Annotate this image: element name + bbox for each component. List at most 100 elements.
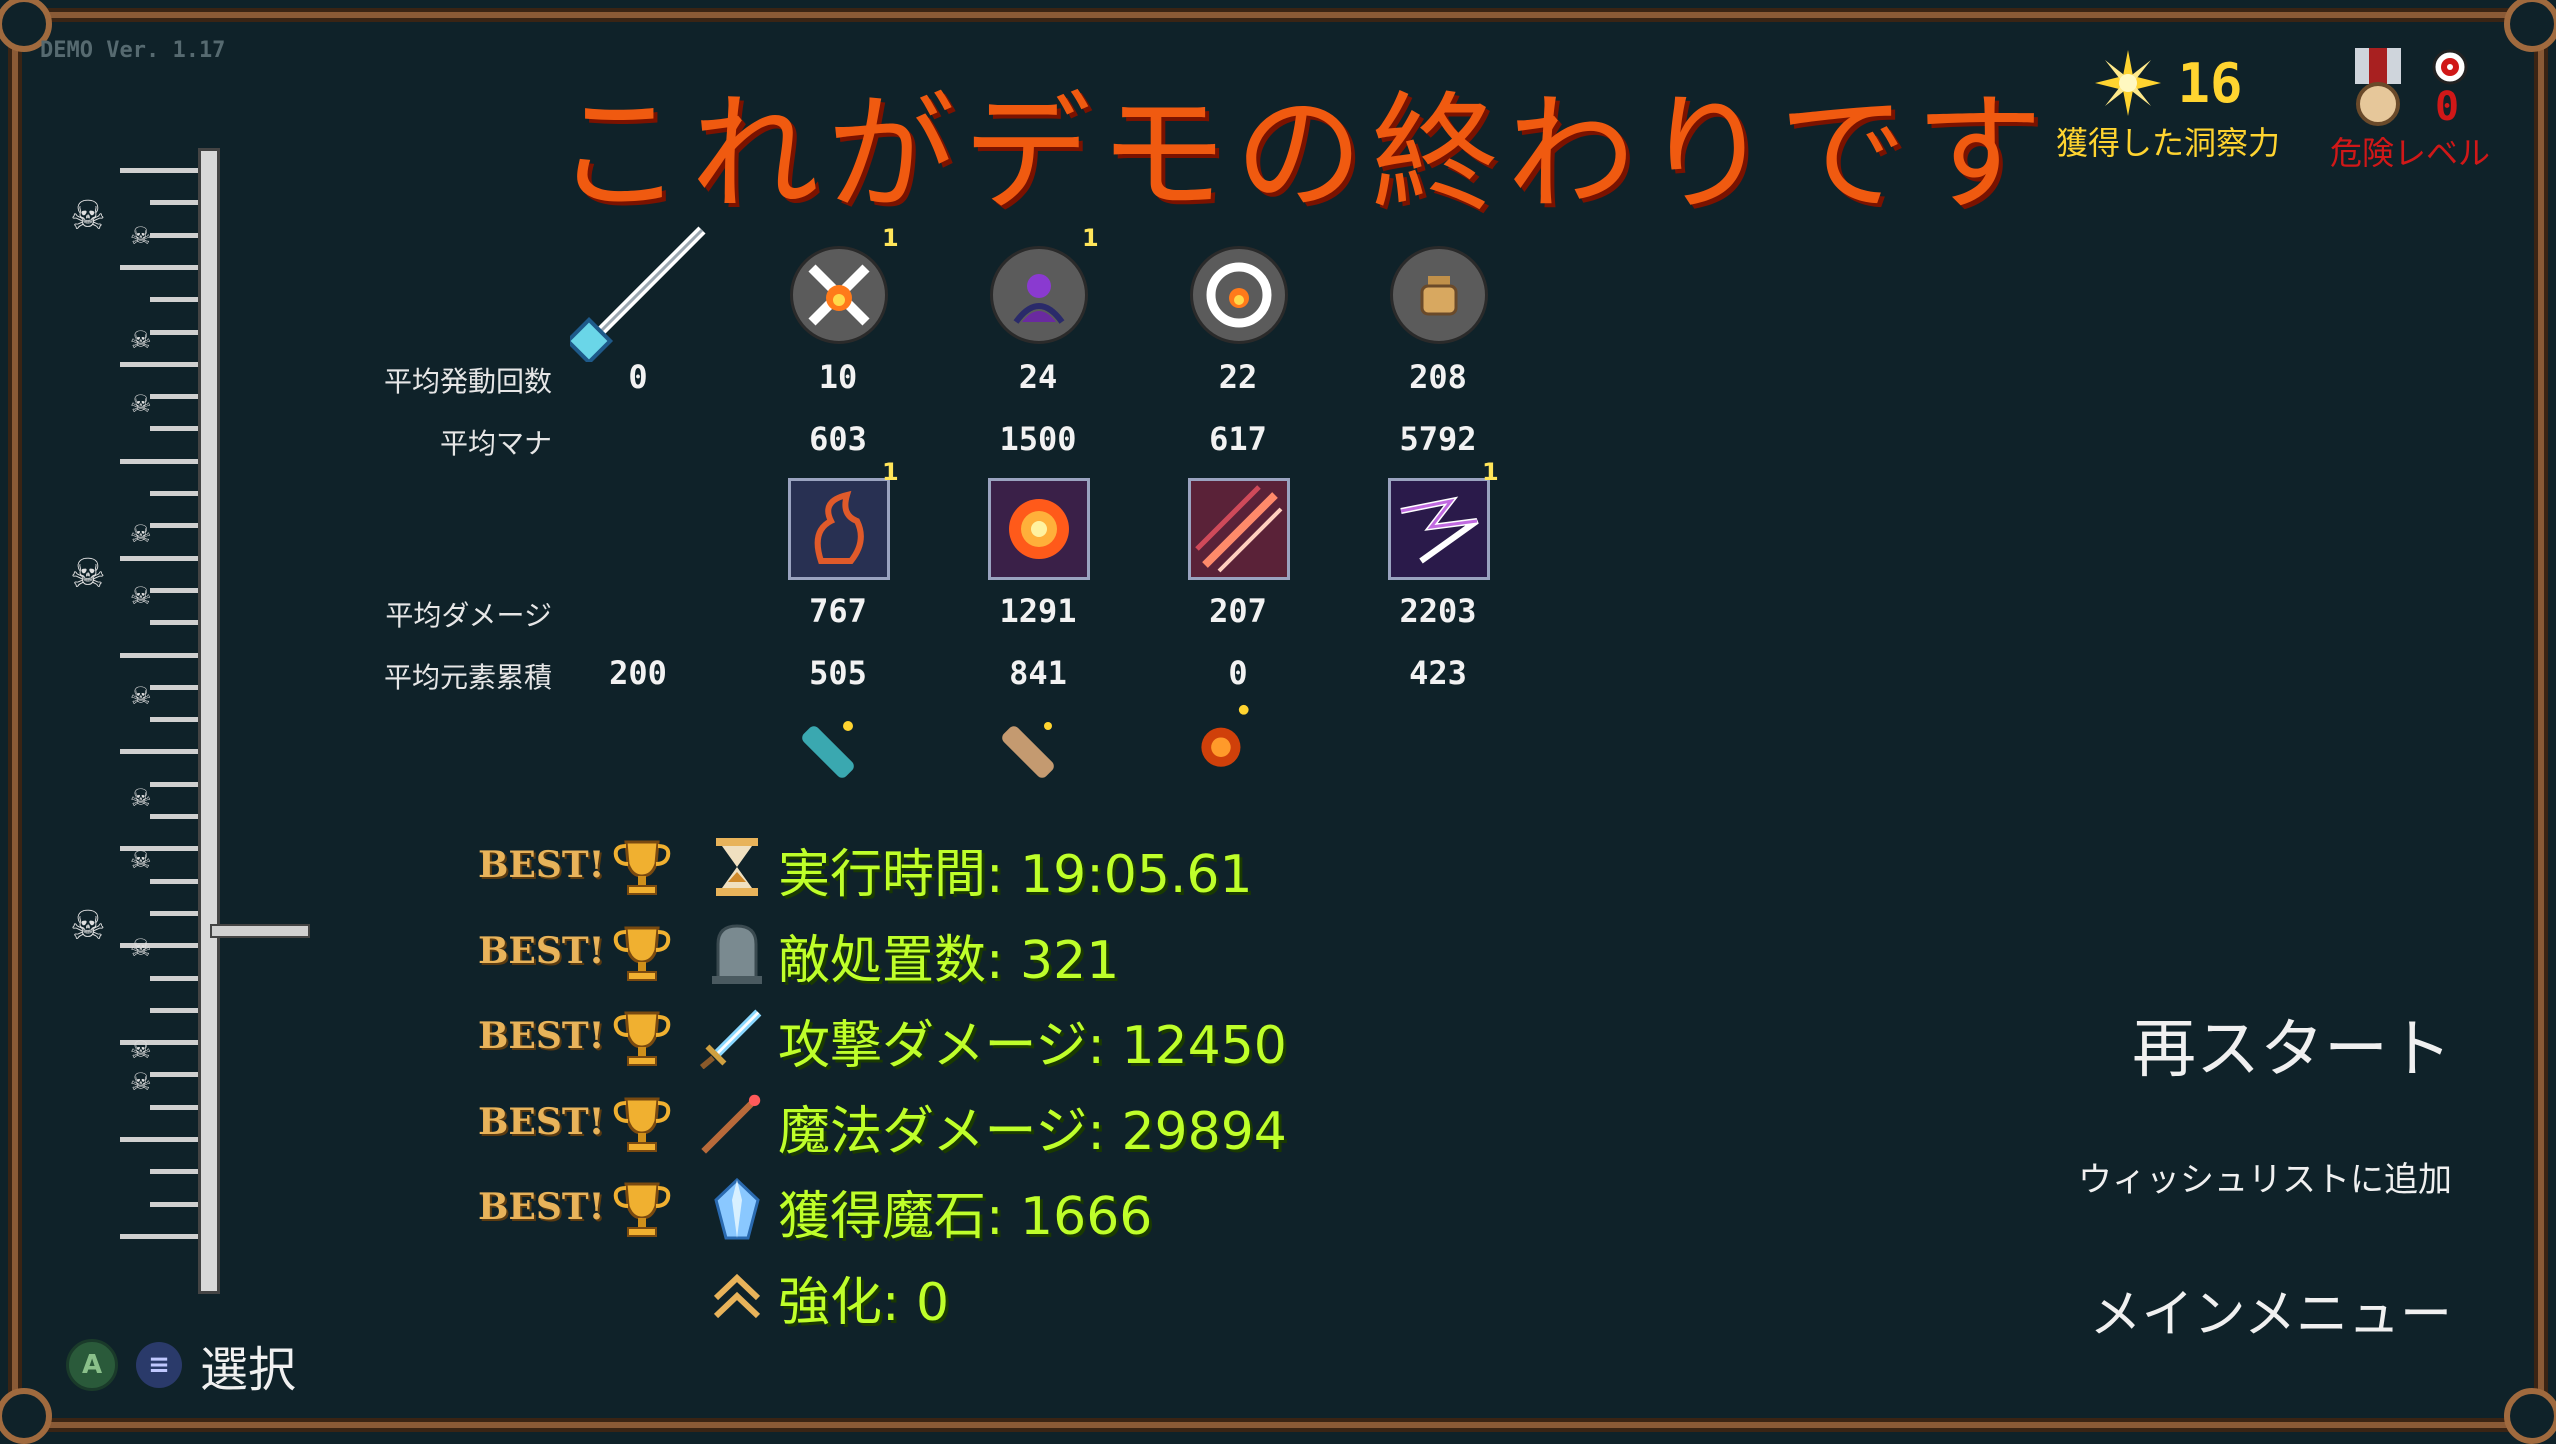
stat-text: 実行時間: 19:05.61 bbox=[778, 845, 1253, 905]
row-label-mana: 平均マナ bbox=[439, 427, 552, 460]
small-skull-icon: ☠ bbox=[130, 390, 152, 418]
ruler-tick bbox=[150, 814, 198, 819]
ruler-tick bbox=[150, 620, 198, 626]
row-label-damage: 平均ダメージ bbox=[385, 599, 552, 632]
frame-corner-ornament bbox=[2504, 1388, 2556, 1444]
ruler-tick bbox=[120, 1233, 198, 1239]
fireball-effect-icon[interactable] bbox=[988, 478, 1090, 580]
skull-icon: ☠ bbox=[70, 193, 106, 239]
ruler-tick bbox=[150, 329, 198, 335]
trophy-icon bbox=[612, 1180, 672, 1240]
small-skull-icon: ☠ bbox=[130, 520, 152, 548]
stat-text: 魔法ダメージ: 29894 bbox=[778, 1101, 1287, 1162]
table-cell-elemental: 423 bbox=[1409, 654, 1467, 692]
best-badge: BEST! bbox=[478, 1100, 605, 1143]
ruler-tick bbox=[150, 878, 198, 884]
medal-icon bbox=[2355, 48, 2401, 126]
insight-label: 獲得した洞察力 bbox=[2056, 124, 2281, 162]
wishlist-button[interactable]: ウィッシュリストに追加 bbox=[2078, 1152, 2452, 1201]
hourglass-icon bbox=[712, 836, 762, 898]
table-cell-mana: 1500 bbox=[999, 420, 1077, 458]
row-label-elemental: 平均元素累積 bbox=[383, 661, 552, 694]
ruler-tick bbox=[150, 684, 198, 690]
ruler-tick bbox=[150, 717, 198, 723]
ruler-tick bbox=[120, 264, 198, 270]
lightning-effect-icon[interactable] bbox=[1388, 478, 1490, 580]
select-label: 選択 bbox=[200, 1342, 297, 1398]
table-cell-activations: 22 bbox=[1218, 358, 1258, 396]
skull-icon: ☠ bbox=[70, 551, 106, 597]
insight-counter: 16 獲得した洞察力 bbox=[2056, 48, 2280, 164]
table-cell-elemental: 0 bbox=[1228, 654, 1248, 692]
trophy-icon bbox=[612, 838, 672, 898]
shadow-summon-spell-icon[interactable] bbox=[990, 246, 1088, 344]
ruler-tick bbox=[150, 1169, 198, 1175]
bag-spell-icon[interactable] bbox=[1390, 246, 1488, 344]
ruler-tick bbox=[150, 297, 198, 303]
ruler-tick bbox=[150, 1201, 198, 1207]
sparkle-icon bbox=[2095, 50, 2162, 116]
table-cell-mana: 5792 bbox=[1399, 420, 1477, 458]
ruler-tick bbox=[150, 1072, 198, 1078]
page-title: これがデモの終わりです bbox=[555, 80, 2052, 229]
ruler-tick bbox=[150, 587, 198, 593]
ruler-tick bbox=[150, 975, 198, 981]
fire-ring-spell-icon[interactable] bbox=[1190, 246, 1288, 344]
chevron-up-icon bbox=[712, 1264, 762, 1326]
progress-marker bbox=[210, 924, 310, 938]
row-label-activations: 平均発動回数 bbox=[383, 365, 552, 398]
flame-effect-icon[interactable] bbox=[788, 478, 890, 580]
skull-icon: ☠ bbox=[70, 903, 106, 949]
ruler-tick bbox=[120, 458, 198, 464]
version-label: DEMO Ver. 1.17 bbox=[40, 38, 226, 63]
level-badge: 1 bbox=[1482, 458, 1499, 486]
best-badge: BEST! bbox=[478, 1015, 605, 1057]
best-badge: BEST! bbox=[478, 929, 605, 972]
tombstone-icon bbox=[712, 922, 762, 984]
ruler-tick bbox=[150, 200, 198, 206]
danger-label: 危険レベル bbox=[2330, 134, 2491, 172]
table-cell-elemental: 841 bbox=[1009, 654, 1067, 692]
small-skull-icon: ☠ bbox=[130, 784, 152, 812]
small-skull-icon: ☠ bbox=[130, 1036, 152, 1064]
fire-cross-spell-icon[interactable] bbox=[790, 246, 888, 344]
level-badge: 1 bbox=[1082, 224, 1099, 252]
slash-effect-icon[interactable] bbox=[1188, 478, 1290, 580]
ruler-tick bbox=[120, 168, 198, 173]
table-cell-damage: 2203 bbox=[1399, 592, 1477, 630]
stat-text: 敵処置数: 321 bbox=[778, 930, 1120, 991]
scroll-icon[interactable] bbox=[790, 716, 860, 786]
fire-scroll-icon[interactable] bbox=[1190, 700, 1260, 770]
table-cell-damage: 767 bbox=[809, 592, 867, 630]
control-hints: A ≡ 選択 bbox=[66, 1330, 296, 1400]
best-badge: BEST! bbox=[478, 1186, 605, 1228]
danger-value: 0 bbox=[2435, 84, 2460, 130]
ruler-tick bbox=[120, 361, 198, 367]
small-skull-icon: ☠ bbox=[130, 846, 152, 874]
danger-level: 0 危険レベル bbox=[2330, 48, 2490, 174]
table-cell-activations: 24 bbox=[1018, 358, 1058, 396]
main-menu-button[interactable]: メインメニュー bbox=[2090, 1272, 2452, 1347]
restart-button[interactable]: 再スタート bbox=[2132, 998, 2452, 1090]
stat-text: 獲得魔石: 1666 bbox=[778, 1187, 1153, 1247]
ruler-tick bbox=[150, 781, 198, 787]
small-skull-icon: ☠ bbox=[130, 1068, 152, 1096]
best-badge: BEST! bbox=[478, 844, 605, 886]
crystal-icon bbox=[712, 1177, 762, 1240]
insight-value: 16 bbox=[2177, 51, 2243, 115]
table-cell-activations: 0 bbox=[628, 358, 648, 396]
ruler-tick bbox=[150, 910, 198, 916]
frame-corner-ornament bbox=[2504, 0, 2556, 52]
table-cell-mana: 617 bbox=[1209, 420, 1267, 458]
magic-staff-icon[interactable] bbox=[570, 222, 710, 362]
trophy-icon bbox=[612, 1095, 672, 1155]
ruler-tick bbox=[120, 652, 198, 658]
ruler-tick bbox=[150, 1104, 198, 1110]
ruler-tick bbox=[150, 426, 198, 432]
level-badge: 1 bbox=[882, 224, 899, 252]
scroll-icon[interactable] bbox=[990, 716, 1060, 786]
sword-icon bbox=[698, 1007, 762, 1070]
table-cell-activations: 208 bbox=[1409, 358, 1467, 396]
target-icon bbox=[2432, 49, 2468, 85]
ruler-tick bbox=[150, 232, 198, 238]
